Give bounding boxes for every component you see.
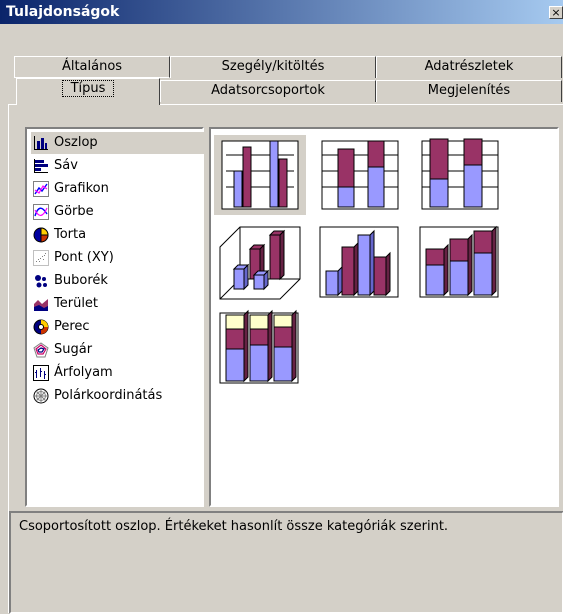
3d-stacked-column-icon bbox=[419, 225, 499, 298]
chart-type-label: Sáv bbox=[54, 158, 78, 173]
window-title: Tulajdonságok bbox=[6, 4, 120, 20]
close-button[interactable]: × bbox=[549, 6, 563, 19]
chart-type-label: Buborék bbox=[54, 273, 108, 288]
radar-chart-icon bbox=[33, 342, 49, 358]
title-bar: Tulajdonságok × bbox=[0, 0, 563, 24]
bubble-chart-icon bbox=[35, 275, 47, 288]
bar-chart-icon bbox=[34, 159, 48, 173]
chart-type-label: Görbe bbox=[54, 204, 94, 219]
stock-chart-icon bbox=[33, 365, 49, 381]
chart-type-sav[interactable]: Sáv bbox=[31, 155, 216, 177]
subtype-3d-column[interactable] bbox=[314, 221, 406, 301]
chart-type-polarkoordinatas[interactable]: Polárkoordinátás bbox=[31, 385, 216, 407]
smooth-line-chart-icon bbox=[33, 204, 49, 220]
chart-subtype-gallery bbox=[209, 127, 559, 507]
tab-adatsorcsoportok[interactable]: Adatsorcsoportok bbox=[160, 80, 376, 102]
chart-type-label: Oszlop bbox=[54, 135, 98, 150]
scatter-chart-icon bbox=[33, 250, 49, 266]
tab-adatreszletek[interactable]: Adatrészletek bbox=[376, 56, 562, 78]
doughnut-chart-icon bbox=[33, 319, 49, 335]
chart-type-sugar[interactable]: Sugár bbox=[31, 339, 216, 361]
tab-megjelenites[interactable]: Megjelenítés bbox=[376, 80, 562, 102]
chart-type-label: Torta bbox=[54, 227, 87, 242]
line-chart-icon bbox=[33, 181, 49, 197]
percent-stacked-column-icon bbox=[421, 138, 499, 210]
chart-type-label: Grafikon bbox=[54, 181, 109, 196]
subtype-clustered-column[interactable] bbox=[214, 135, 306, 215]
3d-percent-stacked-column-icon bbox=[219, 309, 299, 384]
3d-clustered-column-icon bbox=[219, 226, 301, 300]
chart-type-label: Terület bbox=[54, 296, 99, 311]
area-chart-icon bbox=[34, 299, 48, 311]
subtype-stacked-column[interactable] bbox=[314, 135, 406, 215]
chart-type-torta[interactable]: Torta bbox=[31, 224, 216, 246]
chart-type-label: Árfolyam bbox=[54, 365, 113, 380]
tab-szegely-kitoltes[interactable]: Szegély/kitöltés bbox=[170, 56, 376, 78]
chart-type-list[interactable]: Oszlop Sáv Grafikon Görbe Torta Pont (XY… bbox=[25, 127, 216, 507]
tab-label: Általános bbox=[61, 59, 123, 74]
tab-altalanos[interactable]: Általános bbox=[14, 56, 170, 78]
chart-type-terulet[interactable]: Terület bbox=[31, 293, 216, 315]
tab-label: Típus bbox=[61, 80, 115, 97]
tab-tipus[interactable]: Típus bbox=[16, 78, 160, 105]
pie-chart-icon bbox=[33, 227, 49, 243]
chart-type-oszlop[interactable]: Oszlop bbox=[31, 132, 216, 154]
clustered-column-icon bbox=[221, 140, 299, 210]
chart-type-label: Pont (XY) bbox=[54, 250, 114, 265]
subtype-3d-stacked-column[interactable] bbox=[414, 221, 506, 301]
chart-type-label: Perec bbox=[54, 319, 90, 334]
chart-type-arfolyam[interactable]: Árfolyam bbox=[31, 362, 216, 384]
subtype-3d-100-percent-stacked-column[interactable] bbox=[214, 307, 306, 387]
chart-type-pont-xy[interactable]: Pont (XY) bbox=[31, 247, 216, 269]
stacked-column-icon bbox=[321, 140, 399, 210]
chart-type-buborek[interactable]: Buborék bbox=[31, 270, 216, 292]
3d-column-icon bbox=[319, 226, 399, 298]
chart-type-grafikon[interactable]: Grafikon bbox=[31, 178, 216, 200]
chart-type-gorbe[interactable]: Görbe bbox=[31, 201, 216, 223]
column-chart-icon bbox=[34, 136, 48, 150]
tab-label: Adatsorcsoportok bbox=[211, 83, 325, 98]
tab-label: Szegély/kitöltés bbox=[221, 59, 325, 74]
description-text: Csoportosított oszlop. Értékeket hasonlí… bbox=[19, 519, 449, 534]
polar-chart-icon bbox=[33, 388, 49, 404]
subtype-3d-clustered-column[interactable] bbox=[214, 221, 306, 301]
chart-type-perec[interactable]: Perec bbox=[31, 316, 216, 338]
tab-label: Megjelenítés bbox=[427, 83, 511, 98]
description-box: Csoportosított oszlop. Értékeket hasonlí… bbox=[9, 511, 563, 614]
chart-type-label: Polárkoordinátás bbox=[54, 388, 163, 403]
subtype-100-percent-stacked-column[interactable] bbox=[414, 135, 506, 215]
tab-panel: Oszlop Sáv Grafikon Görbe Torta Pont (XY… bbox=[8, 104, 563, 614]
tab-label: Adatrészletek bbox=[424, 59, 514, 74]
chart-type-label: Sugár bbox=[54, 342, 93, 357]
